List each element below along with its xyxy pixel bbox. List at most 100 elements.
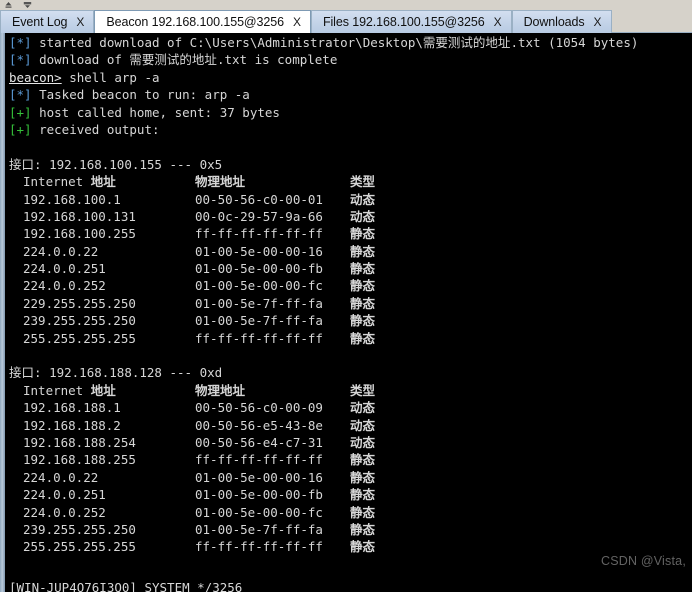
arp-cell-mac: 00-50-56-c0-00-01: [195, 191, 323, 207]
arp-cell-ip: 239.255.255.250: [23, 313, 136, 329]
arp-table-row: 192.168.100.1 00-50-56-c0-00-01 动态: [9, 191, 692, 208]
collapse-up-icon[interactable]: [4, 1, 13, 9]
tab-beacon[interactable]: Beacon 192.168.100.155@3256 X: [94, 10, 311, 33]
arp-cell-type: 静态: [350, 330, 376, 346]
arp-cell-mac: 00-0c-29-57-9a-66: [195, 208, 323, 224]
arp-cell-ip: 224.0.0.22: [23, 469, 99, 485]
arp-cell-mac: ff-ff-ff-ff-ff-ff: [195, 539, 323, 555]
arp-cell-ip: 192.168.100.1: [23, 191, 121, 207]
arp-cell-mac: 01-00-5e-7f-ff-fa: [195, 295, 323, 311]
dock-icon-group: [4, 0, 32, 9]
arp-header-ip: Internet 地址: [23, 382, 116, 398]
arp-cell-type: 静态: [350, 521, 376, 537]
status-bar-text: [WIN-JUP4O76I3Q0] SYSTEM */3256: [9, 580, 243, 592]
log-text: received output:: [31, 121, 160, 137]
console-log-line: [*] Tasked beacon to run: arp -a: [9, 86, 692, 103]
arp-table-row: 192.168.188.2 00-50-56-e5-43-8e 动态: [9, 417, 692, 434]
arp-cell-type: 动态: [350, 191, 376, 207]
arp-cell-ip: 239.255.255.250: [23, 521, 136, 537]
watermark: CSDN @Vista,: [600, 554, 686, 568]
arp-cell-ip: 224.0.0.252: [23, 504, 106, 520]
arp-table-row: 224.0.0.22 01-00-5e-00-00-16 静态: [9, 469, 692, 486]
arp-cell-mac: ff-ff-ff-ff-ff-ff: [195, 330, 323, 346]
tab-label: Downloads: [523, 14, 585, 29]
tab-close-icon[interactable]: X: [594, 16, 602, 28]
arp-table-row: 192.168.188.1 00-50-56-c0-00-09 动态: [9, 399, 692, 416]
arp-cell-mac: 01-00-5e-00-00-fb: [195, 487, 323, 503]
beacon-console-panel: [*] started download of C:\Users\Adminis…: [0, 33, 692, 578]
arp-cell-ip: 192.168.188.254: [23, 434, 136, 450]
arp-cell-type: 静态: [350, 261, 376, 277]
arp-cell-ip: 192.168.100.255: [23, 226, 136, 242]
arp-header-mac: 物理地址: [195, 174, 246, 190]
arp-cell-type: 静态: [350, 504, 376, 520]
tab-label: Files 192.168.100.155@3256: [322, 14, 485, 29]
console-log-line: [+] host called home, sent: 37 bytes: [9, 104, 692, 121]
tab-label: Event Log: [12, 14, 68, 29]
status-bar: [WIN-JUP4O76I3Q0] SYSTEM */3256: [0, 578, 692, 592]
arp-header-type: 类型: [350, 174, 376, 190]
arp-table-row: 239.255.255.250 01-00-5e-7f-ff-fa 静态: [9, 312, 692, 329]
log-text: Tasked beacon to run: arp -a: [31, 87, 250, 103]
tab-label: Beacon 192.168.100.155@3256: [106, 14, 284, 29]
console-log-line: [*] download of 需要测试的地址.txt is complete: [9, 51, 692, 68]
arp-table-header: Internet 地址 物理地址 类型: [9, 382, 692, 399]
arp-table-header: Internet 地址 物理地址 类型: [9, 173, 692, 190]
tab-close-icon[interactable]: X: [494, 16, 502, 28]
tab-close-icon[interactable]: X: [76, 16, 84, 28]
arp-cell-mac: ff-ff-ff-ff-ff-ff: [195, 226, 323, 242]
arp-cell-ip: 224.0.0.251: [23, 487, 106, 503]
arp-cell-type: 静态: [350, 539, 376, 555]
arp-table-row: 192.168.188.254 00-50-56-e4-c7-31 动态: [9, 434, 692, 451]
arp-table-row: 239.255.255.250 01-00-5e-7f-ff-fa 静态: [9, 521, 692, 538]
log-text: host called home, sent: 37 bytes: [31, 104, 280, 120]
arp-cell-type: 静态: [350, 243, 376, 259]
arp-cell-type: 静态: [350, 278, 376, 294]
arp-cell-ip: 192.168.188.1: [23, 400, 121, 416]
arp-cell-ip: 192.168.188.255: [23, 452, 136, 468]
arp-cell-mac: 01-00-5e-7f-ff-fa: [195, 313, 323, 329]
log-marker: beacon>: [9, 69, 62, 85]
arp-cell-ip: 224.0.0.252: [23, 278, 106, 294]
arp-cell-ip: 224.0.0.251: [23, 261, 106, 277]
arp-cell-mac: 00-50-56-e4-c7-31: [195, 434, 323, 450]
dropdown-icon[interactable]: [23, 1, 32, 9]
tab-downloads[interactable]: Downloads X: [511, 10, 612, 33]
tab-files[interactable]: Files 192.168.100.155@3256 X: [310, 10, 512, 33]
arp-cell-type: 静态: [350, 452, 376, 468]
arp-cell-mac: 00-50-56-c0-00-09: [195, 400, 323, 416]
arp-header-ip: Internet 地址: [23, 174, 116, 190]
arp-cell-ip: 229.255.255.250: [23, 295, 136, 311]
tab-bar-filler: [611, 9, 692, 33]
arp-table-row: 192.168.100.131 00-0c-29-57-9a-66 动态: [9, 208, 692, 225]
arp-cell-type: 静态: [350, 487, 376, 503]
cobalt-strike-window: Event Log X Beacon 192.168.100.155@3256 …: [0, 0, 692, 592]
arp-cell-mac: 01-00-5e-7f-ff-fa: [195, 521, 323, 537]
arp-cell-type: 静态: [350, 226, 376, 242]
tab-close-icon[interactable]: X: [293, 16, 301, 28]
arp-cell-mac: ff-ff-ff-ff-ff-ff: [195, 452, 323, 468]
arp-interface-line: 接口: 192.168.100.155 --- 0x5: [9, 156, 223, 172]
arp-cell-ip: 192.168.188.2: [23, 417, 121, 433]
log-marker: [+]: [9, 104, 32, 120]
arp-cell-ip: 192.168.100.131: [23, 208, 136, 224]
console-output[interactable]: [*] started download of C:\Users\Adminis…: [5, 33, 692, 578]
arp-cell-ip: 255.255.255.255: [23, 539, 136, 555]
console-log-line: beacon> shell arp -a: [9, 69, 692, 86]
tab-event-log[interactable]: Event Log X: [0, 10, 95, 33]
arp-cell-ip: 255.255.255.255: [23, 330, 136, 346]
console-log-line: [+] received output:: [9, 121, 692, 138]
window-top-strip: [0, 0, 692, 9]
arp-cell-mac: 01-00-5e-00-00-16: [195, 469, 323, 485]
arp-table-row: 255.255.255.255 ff-ff-ff-ff-ff-ff 静态: [9, 538, 692, 555]
arp-cell-mac: 01-00-5e-00-00-fb: [195, 261, 323, 277]
arp-header-type: 类型: [350, 382, 376, 398]
console-log-line: [*] started download of C:\Users\Adminis…: [9, 34, 692, 51]
arp-cell-mac: 01-00-5e-00-00-fc: [195, 278, 323, 294]
arp-table-row: 224.0.0.22 01-00-5e-00-00-16 静态: [9, 243, 692, 260]
arp-cell-type: 静态: [350, 469, 376, 485]
arp-table-row: 224.0.0.252 01-00-5e-00-00-fc 静态: [9, 277, 692, 294]
arp-cell-type: 动态: [350, 434, 376, 450]
